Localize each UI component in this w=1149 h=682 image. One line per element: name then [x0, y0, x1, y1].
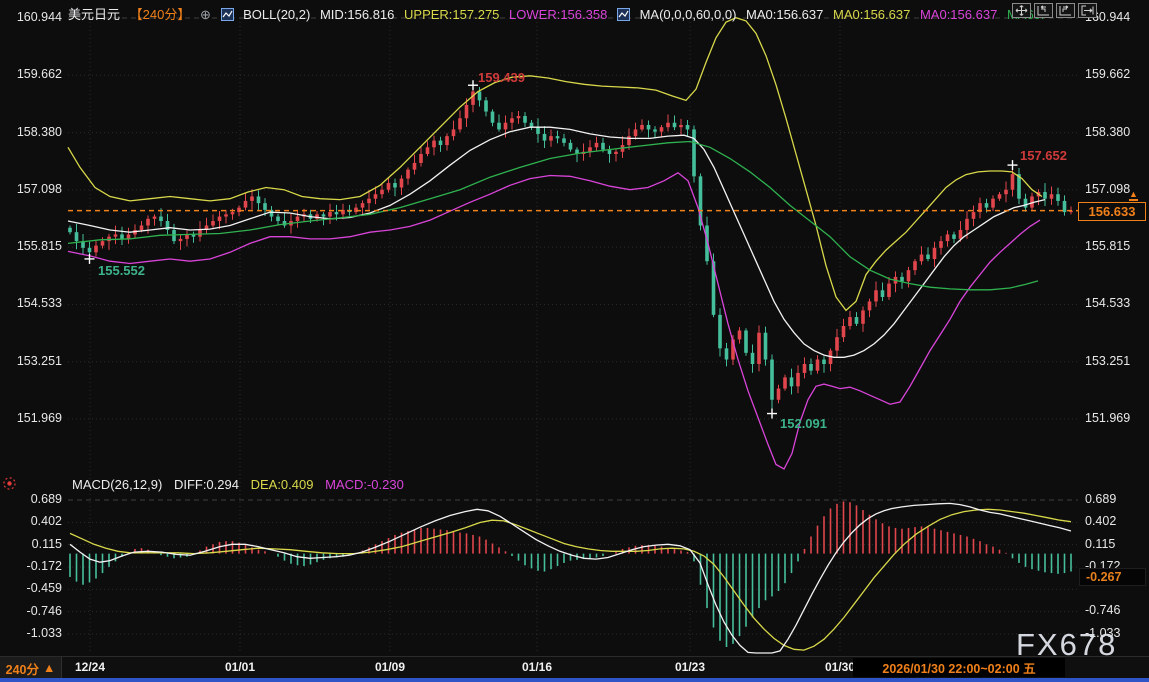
price-chart-svg — [0, 0, 1149, 682]
extreme-price-annotation: 159.439 — [478, 70, 525, 85]
date-axis-label: 01/16 — [522, 660, 552, 674]
macd-header: MACD(26,12,9) DIFF:0.294 DEA:0.409 MACD:… — [72, 477, 412, 492]
price-axis-label-left: 158.380 — [0, 125, 62, 139]
price-axis-label-left: 153.251 — [0, 354, 62, 368]
date-axis-label: 01/01 — [225, 660, 255, 674]
price-axis-label-left: 151.969 — [0, 411, 62, 425]
macd-axis-label-left: -0.746 — [0, 604, 62, 618]
add-indicator-icon[interactable]: ⊕ — [200, 7, 211, 22]
macd-axis-label-right: 0.689 — [1085, 492, 1116, 506]
chart-header: 美元日元 【240分】 ⊕ BOLL(20,2) MID:156.816 UPP… — [68, 4, 1051, 24]
price-axis-label-right: 154.533 — [1085, 296, 1130, 310]
price-axis-label-left: 155.815 — [0, 239, 62, 253]
extreme-price-annotation: 152.091 — [780, 416, 827, 431]
jump-latest-icon[interactable] — [1078, 3, 1097, 18]
boll-indicator-icon[interactable] — [221, 8, 234, 24]
ma0-value-2: MA0:156.637 — [833, 7, 910, 22]
price-axis-label-right: 158.380 — [1085, 125, 1130, 139]
bottom-accent-strip — [0, 678, 1149, 682]
boll-lower-value: LOWER:156.358 — [509, 7, 607, 22]
date-axis-label: 01/30 — [825, 660, 855, 674]
price-axis-label-right: 157.098 — [1085, 182, 1130, 196]
ma0-value-1: MA0:156.637 — [746, 7, 823, 22]
price-axis-label-right: 153.251 — [1085, 354, 1130, 368]
move-chart-icon[interactable] — [1012, 3, 1031, 18]
price-axis-label-right: 155.815 — [1085, 239, 1130, 253]
date-axis-label: 01/09 — [375, 660, 405, 674]
period-dropdown-arrow-icon: ▲ — [43, 661, 55, 675]
price-axis-label-right: 151.969 — [1085, 411, 1130, 425]
macd-axis-label-left: 0.402 — [0, 514, 62, 528]
trading-chart-app: 美元日元 【240分】 ⊕ BOLL(20,2) MID:156.816 UPP… — [0, 0, 1149, 682]
chart-toolbar — [1012, 3, 1097, 18]
symbol-title: 美元日元 — [68, 7, 120, 22]
price-axis-label-left: 159.662 — [0, 67, 62, 81]
macd-axis-label-right: -0.746 — [1085, 603, 1120, 617]
macd-axis-label-left: -0.172 — [0, 559, 62, 573]
ma-label: MA(0,0,0,60,0,0) — [640, 7, 737, 22]
date-axis-label: 12/24 — [75, 660, 105, 674]
macd-marker-sun-icon — [2, 476, 17, 496]
boll-label: BOLL(20,2) — [243, 7, 310, 22]
macd-axis-label-right: 0.402 — [1085, 514, 1116, 528]
last-price-badge: 156.633 — [1078, 202, 1146, 221]
price-axis-label-left: 160.944 — [0, 10, 62, 24]
price-alert-icon: ▲ — [1129, 190, 1138, 201]
price-axis-label-right: 159.662 — [1085, 67, 1130, 81]
period-selector-label: 240分 — [6, 659, 39, 678]
boll-upper-value: UPPER:157.275 — [404, 7, 499, 22]
macd-dea-value: DEA:0.409 — [251, 477, 314, 492]
macd-label: MACD(26,12,9) — [72, 477, 162, 492]
macd-axis-label-left: 0.115 — [0, 537, 62, 551]
price-axis-label-left: 157.098 — [0, 182, 62, 196]
date-axis-label: 01/23 — [675, 660, 705, 674]
boll-mid-value: MID:156.816 — [320, 7, 394, 22]
fx678-watermark: FX678 — [1016, 627, 1117, 663]
price-axis-label-left: 154.533 — [0, 296, 62, 310]
macd-diff-value: DIFF:0.294 — [174, 477, 239, 492]
pan-right-icon[interactable] — [1056, 3, 1075, 18]
period-selector[interactable]: 240分 ▲ — [0, 657, 62, 679]
macd-current-badge: -0.267 — [1079, 568, 1146, 586]
ma-indicator-icon[interactable] — [617, 8, 630, 24]
macd-axis-label-left: -0.459 — [0, 581, 62, 595]
macd-value: MACD:-0.230 — [325, 477, 404, 492]
ma0-value-3: MA0:156.637 — [920, 7, 997, 22]
period-label: 【240分】 — [130, 7, 191, 22]
macd-axis-label-left: -1.033 — [0, 626, 62, 640]
pan-left-icon[interactable] — [1034, 3, 1053, 18]
extreme-price-annotation: 157.652 — [1020, 148, 1067, 163]
macd-axis-label-right: 0.115 — [1085, 537, 1115, 551]
extreme-price-annotation: 155.552 — [98, 263, 145, 278]
